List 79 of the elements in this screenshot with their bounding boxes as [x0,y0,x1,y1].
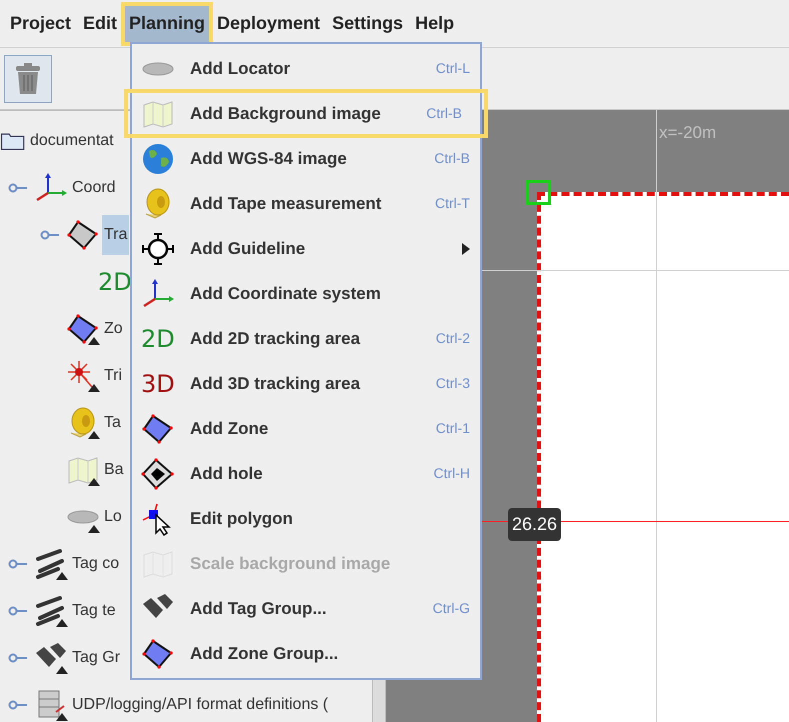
menu-item-label: Add Guideline [190,238,306,260]
area-icon: 3D [141,372,175,396]
tree-item[interactable]: Ta [102,402,123,442]
menu-item[interactable]: Add Background image Ctrl-B [126,91,486,136]
tags-icon [34,640,68,674]
menu-item-label: Add WGS-84 image [190,148,348,170]
menu-title[interactable]: Edit [77,4,124,44]
menu-item[interactable]: Add Locator Ctrl-L [132,46,480,91]
menu-item[interactable]: Edit polygon [132,496,480,541]
menu-item-label: Add 2D tracking area [190,328,362,350]
tree-handle-icon[interactable] [8,558,28,568]
shortcut-label: Ctrl-T [435,194,470,213]
guideline-icon [141,232,175,266]
tree-item[interactable]: Lo [102,496,124,536]
coordinate-readout: 26.26 [508,508,562,541]
shortcut-label: Ctrl-H [433,464,470,483]
tree-handle-icon[interactable] [8,606,28,616]
shortcut-label: Ctrl-3 [436,374,470,393]
menu-item[interactable]: Add Zone Ctrl-1 [132,406,480,451]
tree-item[interactable]: Tag te [70,590,118,630]
menu-item[interactable]: Add hole Ctrl-H [132,451,480,496]
tree-item[interactable]: Coord [70,168,118,208]
tree-item[interactable]: Tra [102,214,130,254]
tree-handle-icon[interactable] [8,652,28,662]
trash-icon [15,62,41,94]
menu-item-label: Add Tag Group... [190,598,328,620]
menu-item-label: Edit polygon [190,508,294,530]
corner-handle[interactable] [526,180,551,205]
shortcut-label: Ctrl-G [432,599,470,618]
shortcut-label: Ctrl-B [434,149,470,168]
menu-item[interactable]: 3D Add 3D tracking area Ctrl-3 [132,361,480,406]
tree-handle-icon[interactable] [8,700,28,710]
shortcut-label: Ctrl-L [436,59,470,78]
area-icon: 2D [141,326,175,350]
tree-item[interactable]: Zo [102,308,125,348]
tree-item[interactable]: Tri [102,356,124,396]
menu-item-label: Add Background image [190,102,382,125]
tree-handle-icon[interactable] [40,230,60,240]
axis-label: x=-20m [659,122,716,144]
menu-title[interactable]: Help [409,4,460,44]
tree-item[interactable]: documentat [28,120,116,160]
zone-polygon-icon [141,412,175,446]
menu-title[interactable]: Project [4,4,78,44]
zone-polygon-icon [141,636,175,670]
menu-title[interactable]: Deployment [211,4,326,44]
shortcut-label: Ctrl-2 [436,329,470,348]
menu-item-label: Scale background image [190,552,392,575]
menu-item[interactable]: Add Zone Group... [132,631,480,676]
menu-title[interactable]: Planning [123,4,212,44]
menu-item-label: Add Tape measurement [190,192,382,215]
menu-item-label: Add Locator [190,58,292,80]
hole-polygon-icon [141,456,175,490]
menu-item[interactable]: Add WGS-84 image Ctrl-B [132,136,480,181]
menu-item-label: Add Zone [190,418,270,440]
zone-polygon-icon [66,312,100,346]
menu-title[interactable]: Settings [326,4,410,44]
tree-item[interactable]: Tag Gr [70,638,122,678]
tree-item[interactable]: UDP/logging/API format definitions ( [70,684,330,722]
menu-item-label: Add hole [190,462,264,485]
delete-button[interactable] [4,54,52,102]
menu-item[interactable]: Add Tape measurement Ctrl-T [132,181,480,226]
shortcut-label: Ctrl-B [426,104,462,123]
tree-item[interactable]: Ba [102,450,126,490]
area-icon: 2D [98,270,132,294]
menu-item-label: Add 3D tracking area [190,372,362,395]
tree-handle-icon[interactable] [8,182,28,192]
menu-item[interactable]: Add Coordinate system [132,271,480,316]
starburst-icon [66,358,100,392]
globe-icon [141,142,175,176]
tree-item[interactable]: Tag co [70,544,122,584]
menu-item[interactable]: Add Guideline [132,226,480,271]
menu-item[interactable]: 2D Add 2D tracking area Ctrl-2 [132,316,480,361]
shortcut-label: Ctrl-1 [436,419,470,438]
menu-item[interactable]: Add Tag Group... Ctrl-G [132,586,480,631]
wrenches-icon [34,594,68,628]
menu-item-label: Add Coordinate system [190,282,382,305]
wrenches-icon [34,546,68,580]
polygon-icon [66,218,100,252]
menu-item-label: Add Zone Group... [190,642,340,665]
